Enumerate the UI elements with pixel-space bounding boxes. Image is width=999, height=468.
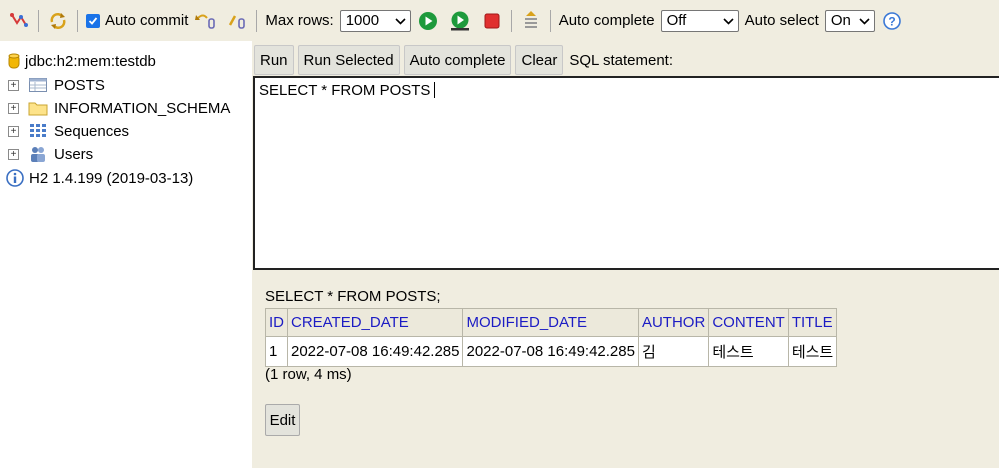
sql-text: SELECT * FROM POSTS <box>259 82 431 99</box>
table-cell: 2022-07-08 16:49:42.285 <box>286 336 464 367</box>
clear-button[interactable]: Clear <box>515 45 564 75</box>
max-rows-value: 1000 <box>345 12 380 29</box>
toolbar-separator <box>549 9 551 32</box>
column-header[interactable]: AUTHOR <box>637 308 710 337</box>
auto-commit-label: Auto commit <box>105 12 189 29</box>
expand-icon[interactable]: + <box>8 148 19 160</box>
auto-complete-button[interactable]: Auto complete <box>403 45 512 75</box>
toolbar-separator <box>256 9 258 32</box>
help-icon[interactable]: ? <box>881 10 903 32</box>
tree-item-sequences[interactable]: + Sequences <box>0 120 129 142</box>
auto-select-select[interactable]: On <box>824 9 875 32</box>
run-icon[interactable] <box>417 10 439 32</box>
toolbar-separator <box>77 9 78 32</box>
run-selected-button[interactable]: Run Selected <box>297 45 400 75</box>
sequences-icon <box>28 122 48 140</box>
expand-icon[interactable]: + <box>8 125 19 137</box>
auto-select-label: Auto select <box>744 12 819 29</box>
table-cell: 김 <box>637 336 710 367</box>
result-row-info: (1 row, 4 ms) <box>265 366 352 383</box>
max-rows-label: Max rows: <box>265 12 334 29</box>
chevron-down-icon <box>395 12 406 29</box>
database-icon <box>7 52 21 70</box>
object-tree: jdbc:h2:mem:testdb + POSTS + INFORMATION… <box>0 41 252 468</box>
version-text: H2 1.4.199 (2019-03-13) <box>29 169 194 187</box>
rollback-icon[interactable] <box>194 10 216 32</box>
run-button[interactable]: Run <box>254 45 294 75</box>
disconnect-icon[interactable] <box>8 10 30 32</box>
commit-icon[interactable] <box>226 10 248 32</box>
tree-item-posts[interactable]: + POSTS <box>0 74 105 96</box>
history-icon[interactable] <box>520 10 542 32</box>
table-cell: 테스트 <box>787 336 838 367</box>
max-rows-select[interactable]: 1000 <box>339 9 411 32</box>
chevron-down-icon <box>859 12 870 29</box>
table-cell: 1 <box>265 336 288 367</box>
expand-icon[interactable]: + <box>8 79 19 91</box>
connection-node[interactable]: jdbc:h2:mem:testdb <box>0 50 156 72</box>
connection-url: jdbc:h2:mem:testdb <box>25 52 156 70</box>
column-header[interactable]: ID <box>265 308 288 337</box>
version-info: H2 1.4.199 (2019-03-13) <box>0 167 193 189</box>
column-header[interactable]: MODIFIED_DATE <box>462 308 639 337</box>
tree-item-label: POSTS <box>54 76 105 94</box>
table-icon <box>28 76 48 94</box>
tree-item-label: INFORMATION_SCHEMA <box>54 99 231 117</box>
column-header[interactable]: TITLE <box>787 308 838 337</box>
tree-item-information-schema[interactable]: + INFORMATION_SCHEMA <box>0 97 230 119</box>
result-statement: SELECT * FROM POSTS; <box>265 288 441 305</box>
table-cell: 테스트 <box>708 336 789 367</box>
table-row: 1 2022-07-08 16:49:42.285 2022-07-08 16:… <box>265 336 838 367</box>
stop-icon[interactable] <box>481 10 503 32</box>
chevron-down-icon <box>723 12 734 29</box>
table-cell: 2022-07-08 16:49:42.285 <box>462 336 639 367</box>
editor-button-row: Run Run Selected Auto complete Clear SQL… <box>254 45 673 75</box>
sql-statement-label: SQL statement: <box>569 51 674 69</box>
tree-item-label: Users <box>54 145 94 163</box>
edit-button[interactable]: Edit <box>265 404 300 436</box>
expand-icon[interactable]: + <box>8 102 19 114</box>
auto-complete-label: Auto complete <box>558 12 655 29</box>
auto-commit-checkbox[interactable] <box>86 13 100 28</box>
column-header[interactable]: CREATED_DATE <box>286 308 464 337</box>
info-icon <box>6 169 24 187</box>
result-table: ID CREATED_DATE MODIFIED_DATE AUTHOR CON… <box>265 308 838 367</box>
auto-complete-value: Off <box>666 12 687 29</box>
text-cursor <box>434 82 436 98</box>
refresh-icon[interactable] <box>47 10 69 32</box>
column-header[interactable]: CONTENT <box>708 308 789 337</box>
users-icon <box>28 145 48 163</box>
toolbar-separator <box>38 9 39 32</box>
toolbar: Auto commit Max rows: 1000 Auto complete… <box>0 0 999 41</box>
run-selected-icon[interactable] <box>449 10 471 32</box>
tree-item-users[interactable]: + Users <box>0 143 93 165</box>
auto-complete-select[interactable]: Off <box>660 9 739 32</box>
svg-text:?: ? <box>888 14 895 28</box>
toolbar-separator <box>510 9 512 32</box>
folder-icon <box>28 99 48 117</box>
sql-editor[interactable]: SELECT * FROM POSTS <box>253 76 999 270</box>
result-header-row: ID CREATED_DATE MODIFIED_DATE AUTHOR CON… <box>265 308 838 337</box>
query-panel: Run Run Selected Auto complete Clear SQL… <box>252 41 999 468</box>
auto-select-value: On <box>830 12 851 29</box>
tree-item-label: Sequences <box>54 122 130 140</box>
